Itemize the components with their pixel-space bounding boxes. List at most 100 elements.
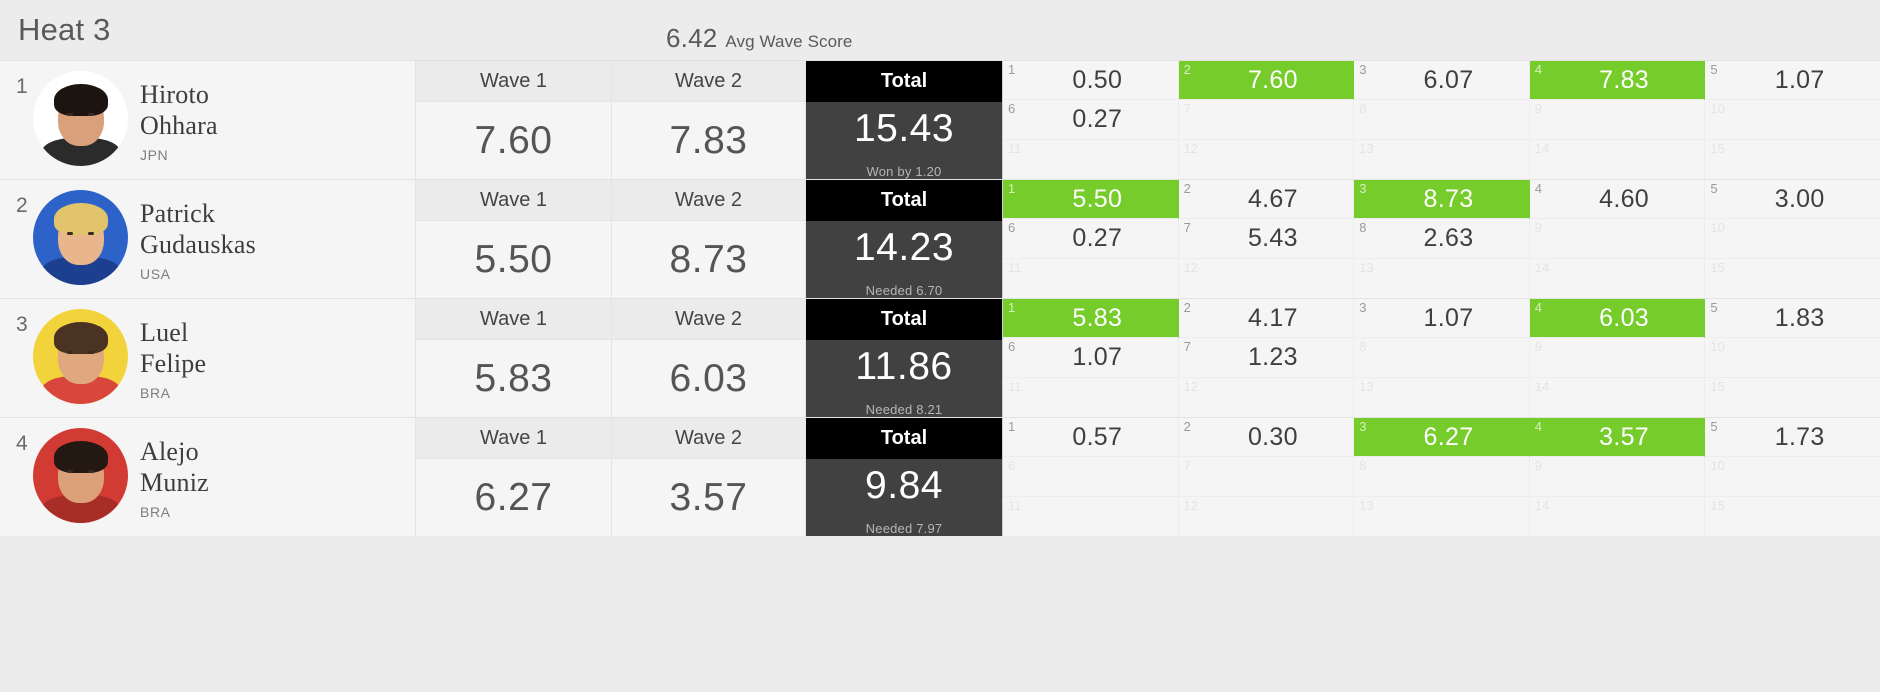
avatar-hair bbox=[53, 84, 108, 117]
wave-cell[interactable]: 13 bbox=[1354, 496, 1530, 536]
wave-cell[interactable]: 14 bbox=[1530, 377, 1706, 417]
wave-cell[interactable]: 15 bbox=[1705, 140, 1880, 179]
wave-cell[interactable]: 3 6.07 bbox=[1354, 61, 1530, 101]
wave-cell[interactable]: 3 8.73 bbox=[1354, 180, 1530, 220]
wave-cell[interactable]: 6 0.27 bbox=[1003, 219, 1179, 259]
table-row[interactable]: 3 Luel Felipe BRA Wave 1 5.83 Wave 2 6.03 Total 1… bbox=[0, 298, 1880, 417]
wave-score-grid: 1 0.57 2 0.30 3 6.27 4 3.57 5 1.73 6 7 8 9 10 11 12 13 14 1… bbox=[1002, 418, 1880, 536]
athlete-cell[interactable]: 1 Hiroto Ohhara JPN bbox=[0, 61, 415, 179]
table-row[interactable]: 1 Hiroto Ohhara JPN Wave 1 7.60 Wave 2 7.83 Tota… bbox=[0, 60, 1880, 179]
wave-cell[interactable]: 9 bbox=[1529, 338, 1706, 378]
wave-cell[interactable]: 7 5.43 bbox=[1178, 219, 1355, 259]
wave-index: 8 bbox=[1359, 339, 1367, 355]
wave-score: 6.27 bbox=[1423, 422, 1474, 451]
wave-cell[interactable]: 4 4.60 bbox=[1529, 180, 1706, 220]
wave-cell[interactable]: 12 bbox=[1179, 139, 1355, 179]
wave-cell[interactable]: 13 bbox=[1354, 377, 1530, 417]
wave-index: 8 bbox=[1359, 101, 1367, 117]
athlete-cell[interactable]: 4 Alejo Muniz BRA bbox=[0, 418, 415, 536]
wave-score: 1.83 bbox=[1774, 303, 1825, 332]
wave-cell[interactable]: 7 bbox=[1178, 100, 1355, 140]
wave-cell[interactable]: 14 bbox=[1530, 496, 1706, 536]
wave-cell[interactable]: 15 bbox=[1705, 497, 1880, 536]
wave-score: 5.50 bbox=[1072, 184, 1123, 213]
wave-cell[interactable]: 8 2.63 bbox=[1354, 219, 1530, 259]
wave-cell[interactable]: 14 bbox=[1530, 258, 1706, 298]
wave-cell[interactable]: 11 bbox=[1003, 377, 1179, 417]
avatar bbox=[33, 428, 128, 523]
wave-cell[interactable]: 13 bbox=[1354, 139, 1530, 179]
wave2-column: Wave 2 7.83 bbox=[611, 61, 805, 179]
athlete-cell[interactable]: 3 Luel Felipe BRA bbox=[0, 299, 415, 417]
wave-cell[interactable]: 11 bbox=[1003, 258, 1179, 298]
wave-cell[interactable]: 1 5.50 bbox=[1003, 180, 1179, 220]
wave-cell[interactable]: 10 bbox=[1705, 219, 1880, 259]
athlete-last-name: Muniz bbox=[140, 468, 209, 497]
athlete-first-name: Hiroto bbox=[140, 80, 210, 109]
wave-cell[interactable]: 11 bbox=[1003, 496, 1179, 536]
wave-cell[interactable]: 5 3.00 bbox=[1705, 180, 1880, 220]
wave-index: 3 bbox=[1359, 300, 1367, 315]
wave-cell[interactable]: 4 6.03 bbox=[1529, 299, 1706, 339]
wave-index: 15 bbox=[1710, 497, 1725, 513]
table-row[interactable]: 2 Patrick Gudauskas USA Wave 1 5.50 Wave 2 8.73… bbox=[0, 179, 1880, 298]
total-header: Total bbox=[806, 418, 1002, 459]
wave-cell[interactable]: 10 bbox=[1705, 100, 1880, 140]
wave-index: 11 bbox=[1008, 497, 1022, 513]
wave-cell[interactable]: 2 7.60 bbox=[1178, 61, 1355, 101]
wave-cell[interactable]: 9 bbox=[1529, 100, 1706, 140]
table-row[interactable]: 4 Alejo Muniz BRA Wave 1 6.27 Wave 2 3.57 Total 9… bbox=[0, 417, 1880, 536]
wave-cell[interactable]: 12 bbox=[1179, 496, 1355, 536]
wave-cell[interactable]: 5 1.73 bbox=[1705, 418, 1880, 458]
athlete-country: JPN bbox=[140, 147, 169, 163]
wave-cell[interactable]: 13 bbox=[1354, 258, 1530, 298]
athlete-cell[interactable]: 2 Patrick Gudauskas USA bbox=[0, 180, 415, 298]
wave-cell[interactable]: 4 7.83 bbox=[1529, 61, 1706, 101]
wave-cell[interactable]: 1 0.50 bbox=[1003, 61, 1179, 101]
wave-cell[interactable]: 3 1.07 bbox=[1354, 299, 1530, 339]
wave-score-grid: 1 0.50 2 7.60 3 6.07 4 7.83 5 1.07 6 0.27 7 8 9 10 11 12 1… bbox=[1002, 61, 1880, 179]
wave-cell[interactable]: 12 bbox=[1179, 377, 1355, 417]
wave-cell[interactable]: 4 3.57 bbox=[1529, 418, 1706, 458]
wave-score: 6.07 bbox=[1423, 65, 1474, 94]
wave-index: 15 bbox=[1710, 140, 1725, 156]
wave-cell[interactable]: 6 1.07 bbox=[1003, 338, 1179, 378]
wave-cell[interactable]: 2 4.17 bbox=[1178, 299, 1355, 339]
wave-score: 6.03 bbox=[1599, 303, 1649, 332]
total-header: Total bbox=[806, 61, 1002, 102]
wave-cell[interactable]: 9 bbox=[1529, 457, 1706, 497]
wave-cell[interactable]: 3 6.27 bbox=[1354, 418, 1530, 458]
wave-cell[interactable]: 7 1.23 bbox=[1178, 338, 1355, 378]
score-columns: Wave 1 5.83 Wave 2 6.03 Total 11.86 Needed 8.2… bbox=[415, 299, 1002, 417]
wave-cell[interactable]: 1 0.57 bbox=[1003, 418, 1179, 458]
total-header: Total bbox=[806, 180, 1002, 221]
wave-cell[interactable]: 6 bbox=[1003, 457, 1179, 497]
wave-score-grid: 1 5.83 2 4.17 3 1.07 4 6.03 5 1.83 6 1.07 7 1.23 8 9 10 1… bbox=[1002, 299, 1880, 417]
wave-cell[interactable]: 8 bbox=[1354, 100, 1530, 140]
wave-cell[interactable]: 15 bbox=[1705, 259, 1880, 298]
wave-cell[interactable]: 10 bbox=[1705, 338, 1880, 378]
wave-cell[interactable]: 10 bbox=[1705, 457, 1880, 497]
wave-grid-row: 11 12 13 14 15 bbox=[1003, 139, 1880, 179]
wave-cell[interactable]: 7 bbox=[1178, 457, 1355, 497]
wave-cell[interactable]: 5 1.07 bbox=[1705, 61, 1880, 101]
wave-cell[interactable]: 8 bbox=[1354, 338, 1530, 378]
avatar-eye-right bbox=[87, 231, 94, 235]
wave-grid-row: 11 12 13 14 15 bbox=[1003, 496, 1880, 536]
wave-score: 1.23 bbox=[1247, 342, 1298, 371]
wave-index: 2 bbox=[1183, 62, 1191, 77]
wave-cell[interactable]: 6 0.27 bbox=[1003, 100, 1179, 140]
wave-grid-row: 6 0.27 7 5.43 8 2.63 9 10 bbox=[1003, 219, 1880, 259]
wave-cell[interactable]: 2 4.67 bbox=[1178, 180, 1355, 220]
wave-cell[interactable]: 12 bbox=[1179, 258, 1355, 298]
total-note: Needed 8.21 bbox=[865, 401, 943, 417]
avatar-eye-right bbox=[87, 350, 94, 354]
wave-cell[interactable]: 11 bbox=[1003, 139, 1179, 179]
wave-cell[interactable]: 1 5.83 bbox=[1003, 299, 1179, 339]
wave-cell[interactable]: 2 0.30 bbox=[1178, 418, 1355, 458]
wave-cell[interactable]: 8 bbox=[1354, 457, 1530, 497]
wave-cell[interactable]: 9 bbox=[1529, 219, 1706, 259]
wave-cell[interactable]: 15 bbox=[1705, 378, 1880, 417]
wave-cell[interactable]: 14 bbox=[1530, 139, 1706, 179]
wave-cell[interactable]: 5 1.83 bbox=[1705, 299, 1880, 339]
